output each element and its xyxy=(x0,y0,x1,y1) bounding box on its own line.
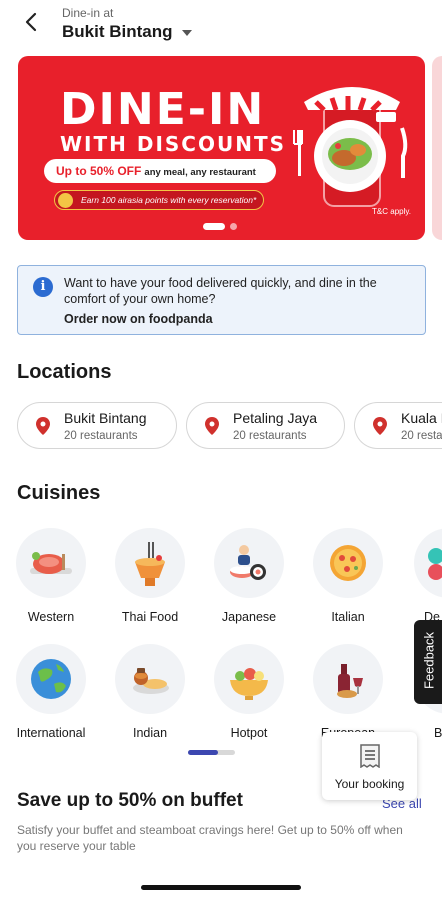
cuisine-international[interactable]: International xyxy=(6,644,96,740)
location-count: 20 restaurants xyxy=(64,430,138,442)
feedback-label: Feedback xyxy=(421,631,437,690)
location-selector[interactable]: Bukit Bintang xyxy=(62,22,173,42)
buffet-title: Save up to 50% on buffet xyxy=(17,790,243,811)
location-count: 20 resta xyxy=(401,430,442,442)
location-name: Kuala L xyxy=(401,410,442,426)
location-pin-icon xyxy=(205,417,219,435)
cuisine-label: Indian xyxy=(132,726,168,740)
cuisine-label: Hotpot xyxy=(230,726,268,740)
coin-icon xyxy=(58,193,73,208)
cuisine-indian[interactable]: Indian xyxy=(105,644,195,740)
indian-food-icon xyxy=(115,644,185,714)
tnc-label: T&C apply. xyxy=(372,207,411,216)
scroll-thumb xyxy=(188,750,218,755)
points-pill: Earn 100 airasia points with every reser… xyxy=(54,190,264,210)
offer-rest: any meal, any restaurant xyxy=(144,167,256,178)
offer-highlight: Up to 50% OFF xyxy=(56,164,142,178)
promo-banner[interactable]: DINE-IN WITH DISCOUNTS Up to 50% OFF any… xyxy=(18,56,425,240)
location-name: Bukit Bintang xyxy=(64,410,147,426)
cuisine-italian[interactable]: Italian xyxy=(303,528,393,624)
pizza-icon xyxy=(313,528,383,598)
location-name: Petaling Jaya xyxy=(233,410,318,426)
cuisine-western[interactable]: Western xyxy=(6,528,96,624)
cuisine-label: Thai Food xyxy=(121,610,179,624)
food-plate-illustration xyxy=(293,87,408,207)
cuisine-label: Western xyxy=(27,610,75,624)
cuisine-european[interactable]: European xyxy=(303,644,393,740)
location-chip-petaling-jaya[interactable]: Petaling Jaya 20 restaurants xyxy=(186,402,345,449)
buffet-description: Satisfy your buffet and steamboat cravin… xyxy=(17,823,403,853)
carousel-dot-active[interactable] xyxy=(203,223,225,230)
caret-down-icon[interactable] xyxy=(182,30,192,36)
steak-icon xyxy=(16,528,86,598)
foodpanda-link[interactable]: Order now on foodpanda xyxy=(64,312,213,326)
cuisine-dessert[interactable]: De xyxy=(402,528,442,624)
header: Dine-in at Bukit Bintang xyxy=(0,0,442,50)
info-text: Want to have your food delivered quickly… xyxy=(64,276,377,306)
receipt-icon xyxy=(360,744,380,768)
cuisine-label: Japanese xyxy=(221,610,277,624)
banner-offer-pill: Up to 50% OFF any meal, any restaurant xyxy=(44,159,276,183)
cuisines-title: Cuisines xyxy=(17,482,101,504)
cuisine-label: International xyxy=(16,726,86,740)
thai-dish-icon xyxy=(115,528,185,598)
feedback-tab[interactable]: Feedback xyxy=(414,620,442,704)
banner-subtitle: WITH DISCOUNTS xyxy=(60,132,286,156)
wine-bread-icon xyxy=(313,644,383,714)
carousel-dots[interactable] xyxy=(203,223,243,231)
foodpanda-info-box: i Want to have your food delivered quick… xyxy=(17,265,426,335)
location-count: 20 restaurants xyxy=(233,430,307,442)
cuisine-hotpot[interactable]: Hotpot xyxy=(204,644,294,740)
hotpot-icon xyxy=(214,644,284,714)
cuisine-japanese[interactable]: Japanese xyxy=(204,528,294,624)
sushi-icon xyxy=(214,528,284,598)
home-indicator[interactable] xyxy=(141,885,301,890)
cuisine-thai-food[interactable]: Thai Food xyxy=(105,528,195,624)
globe-icon xyxy=(16,644,86,714)
cuisine-label: Italian xyxy=(331,610,365,624)
location-chip-kuala-lumpur[interactable]: Kuala L 20 resta xyxy=(354,402,442,449)
your-booking-button[interactable]: Your booking xyxy=(322,732,417,800)
info-icon: i xyxy=(33,277,53,297)
location-pin-icon xyxy=(36,417,50,435)
next-banner-peek[interactable] xyxy=(432,56,442,240)
promo-banner-carousel[interactable]: DINE-IN WITH DISCOUNTS Up to 50% OFF any… xyxy=(18,56,425,240)
cuisine-scroll-indicator xyxy=(188,750,235,755)
carousel-dot[interactable] xyxy=(230,223,237,230)
location-pin-icon xyxy=(373,417,387,435)
dessert-icon xyxy=(414,528,442,598)
locations-title: Locations xyxy=(17,361,112,383)
location-chip-bukit-bintang[interactable]: Bukit Bintang 20 restaurants xyxy=(17,402,177,449)
dine-in-at-label: Dine-in at xyxy=(62,6,114,20)
booking-label: Your booking xyxy=(334,777,405,791)
back-arrow-icon[interactable] xyxy=(20,10,44,34)
banner-title: DINE-IN xyxy=(60,84,266,135)
